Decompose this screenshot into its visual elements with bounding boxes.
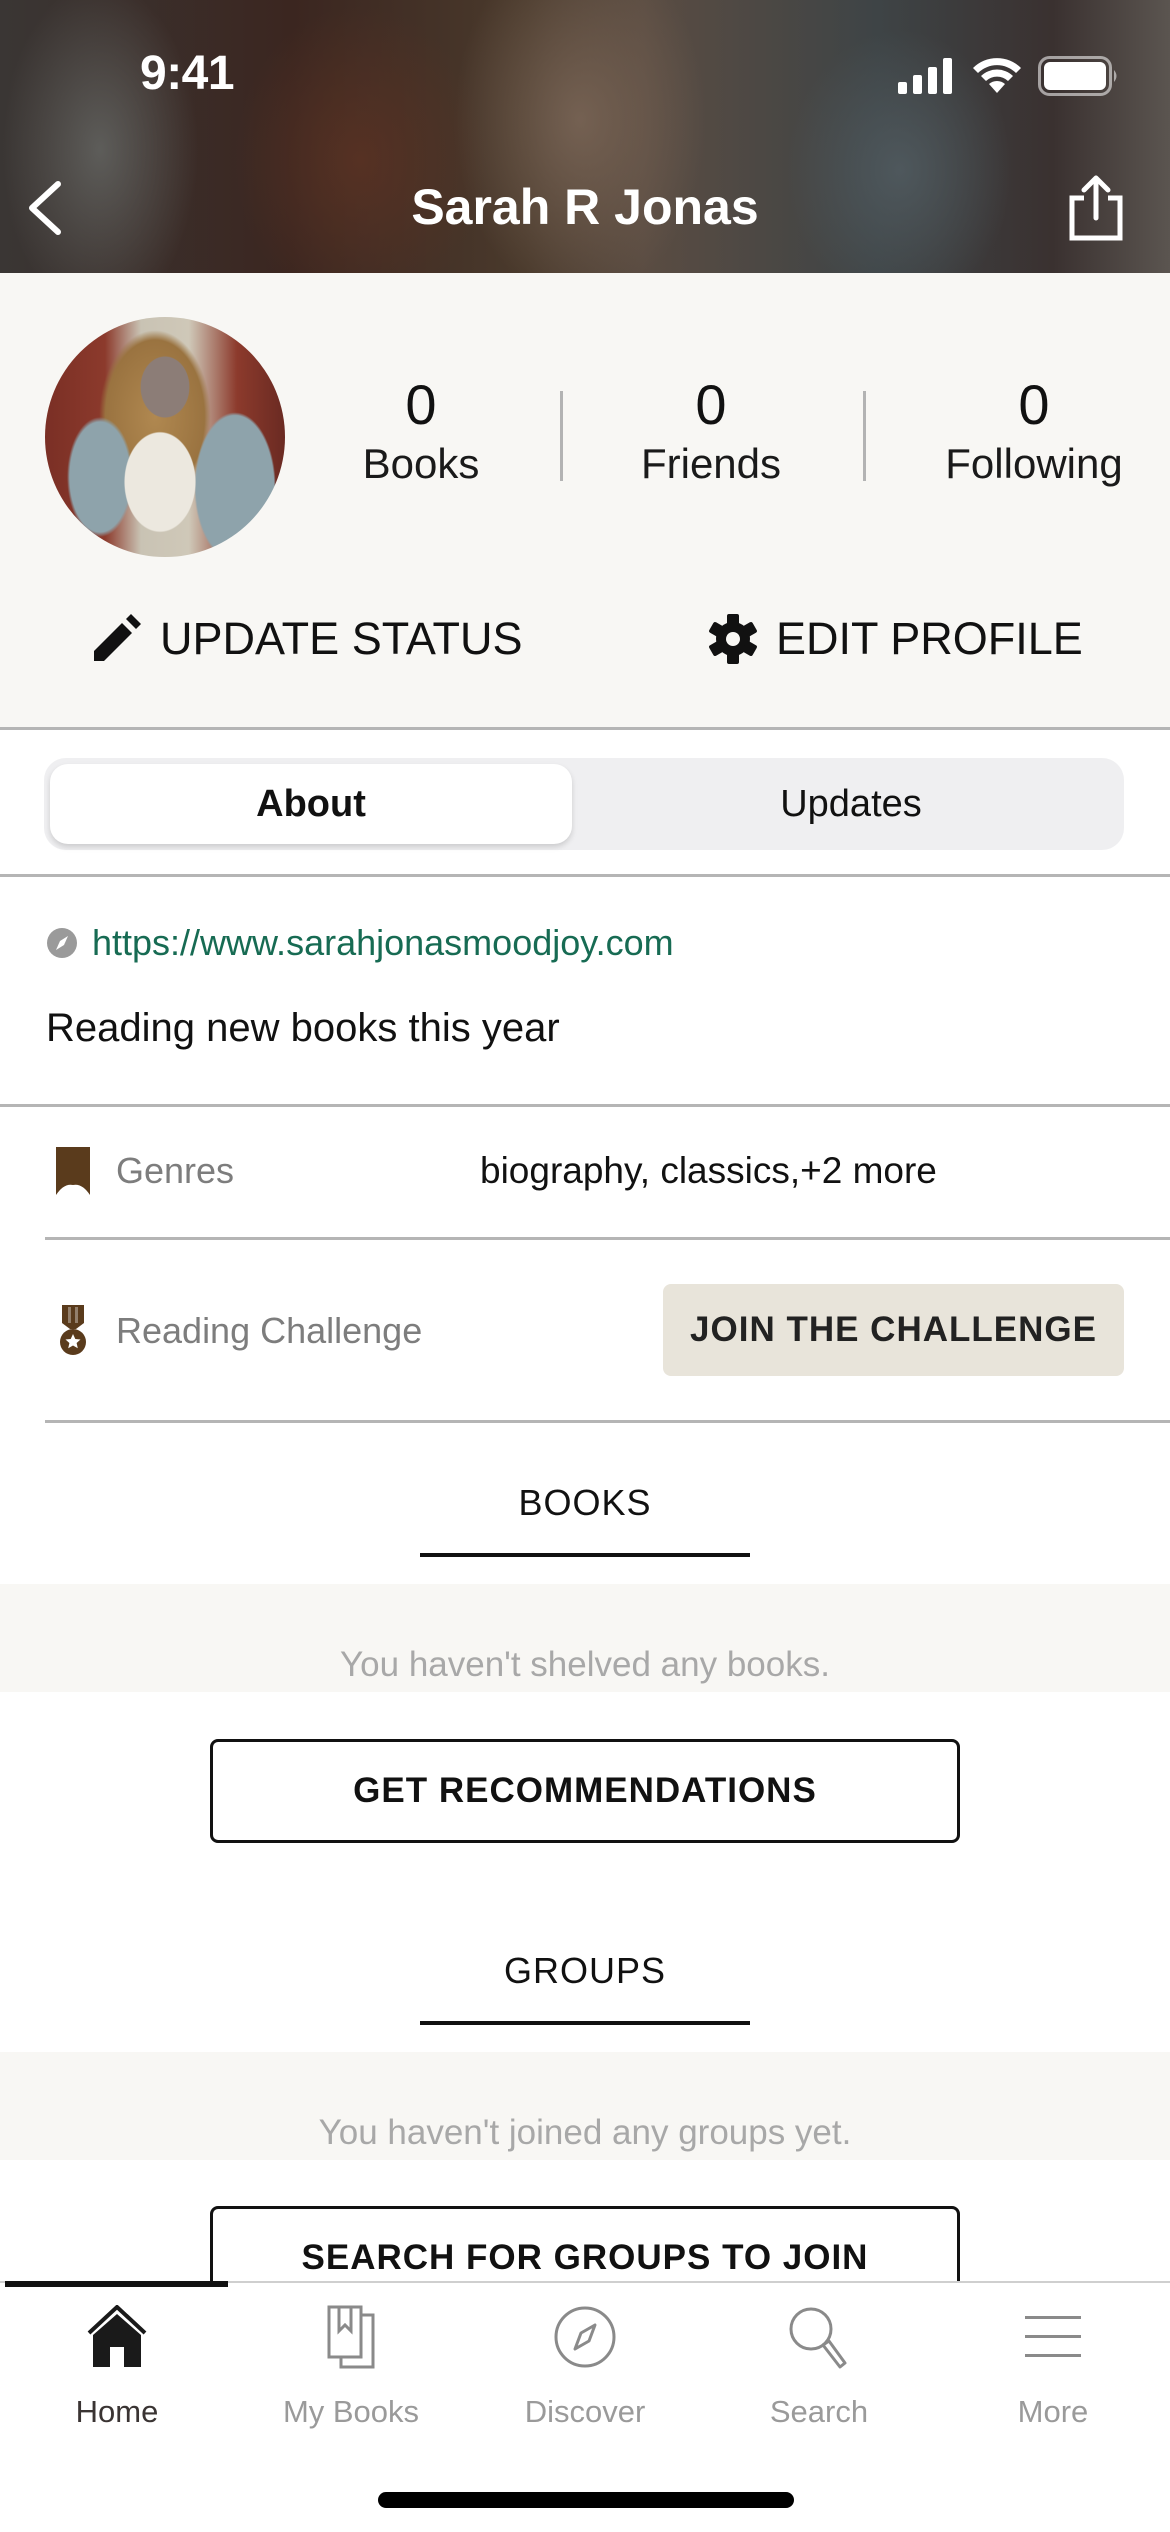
divider [45,1420,1170,1423]
bookmark-icon [56,1147,90,1195]
status-time: 9:41 [140,47,235,100]
active-tab-indicator [5,2281,228,2287]
tab-more-label: More [1017,2394,1089,2429]
divider [45,1237,1170,1240]
avatar[interactable] [45,317,285,557]
tab-my-books-label: My Books [282,2394,420,2429]
menu-icon [1025,2316,1081,2357]
groups-empty-message: You haven't joined any groups yet. [318,2113,852,2152]
books-section-title: BOOKS [518,1482,652,1523]
tab-discover[interactable]: Discover [468,2300,702,2440]
genres-label: Genres [116,1150,235,1191]
stat-friends[interactable]: 0 Friends [581,373,841,491]
get-recommendations-button[interactable]: GET RECOMMENDATIONS [210,1739,960,1843]
update-status-button[interactable]: UPDATE STATUS [90,613,523,665]
tab-home-label: Home [75,2394,159,2429]
genres-row: Genres [54,1147,234,1195]
website-url: https://www.sarahjonasmoodjoy.com [92,922,674,963]
tab-about[interactable]: About [50,764,572,844]
stat-books-value: 0 [405,373,437,436]
join-challenge-button[interactable]: JOIN THE CHALLENGE [663,1284,1124,1376]
divider [0,874,1170,877]
share-button[interactable] [1064,172,1128,242]
home-icon [87,2305,147,2367]
genres-value[interactable]: biography, classics,+2 more [480,1150,937,1192]
page-title: Sarah R Jonas [411,179,759,235]
update-status-label: UPDATE STATUS [160,613,523,664]
stat-friends-label: Friends [640,440,782,487]
share-icon [1069,175,1123,241]
compass-icon [554,2306,616,2368]
compass-icon [47,928,77,958]
stat-books[interactable]: 0 Books [291,373,551,491]
search-icon [789,2307,847,2369]
my-books-icon [327,2305,375,2369]
profile-summary: 0 Books 0 Friends 0 Following UPDATE STA… [0,273,1170,730]
stat-divider [560,391,563,481]
status-icons [898,56,1120,96]
tab-home[interactable]: Home [0,2300,234,2440]
bio-text: Reading new books this year [46,1006,560,1050]
reading-challenge-label: Reading Challenge [116,1310,423,1351]
stat-books-label: Books [362,440,480,487]
groups-title-underline [420,2021,750,2025]
stat-following-value: 0 [1018,373,1050,436]
tab-search[interactable]: Search [702,2300,936,2440]
wifi-icon [973,58,1021,93]
stat-divider [863,391,866,481]
home-indicator [378,2492,794,2508]
medal-icon [60,1305,86,1355]
stat-following[interactable]: 0 Following [904,373,1164,491]
website-link[interactable]: https://www.sarahjonasmoodjoy.com [46,922,674,964]
tab-my-books[interactable]: My Books [234,2300,468,2440]
profile-segmented-control: About Updates [44,758,1124,850]
reading-challenge-row: Reading Challenge [54,1305,422,1357]
stat-following-label: Following [945,440,1123,487]
tab-updates[interactable]: Updates [584,764,1118,844]
battery-icon [1038,56,1117,96]
tab-more[interactable]: More [936,2300,1170,2440]
divider [0,1104,1170,1107]
tab-search-label: Search [769,2394,869,2429]
pencil-icon [94,614,141,661]
edit-profile-button[interactable]: EDIT PROFILE [708,613,1083,665]
books-title-underline [420,1553,750,1557]
stat-friends-value: 0 [695,373,727,436]
books-empty-message: You haven't shelved any books. [340,1645,830,1684]
gear-icon [709,614,757,664]
groups-section-title: GROUPS [503,1950,667,1991]
edit-profile-label: EDIT PROFILE [776,613,1083,664]
profile-header: 9:41 Sarah R Jonas [0,0,1170,273]
cellular-signal-icon [898,58,952,94]
tab-discover-label: Discover [524,2394,646,2429]
